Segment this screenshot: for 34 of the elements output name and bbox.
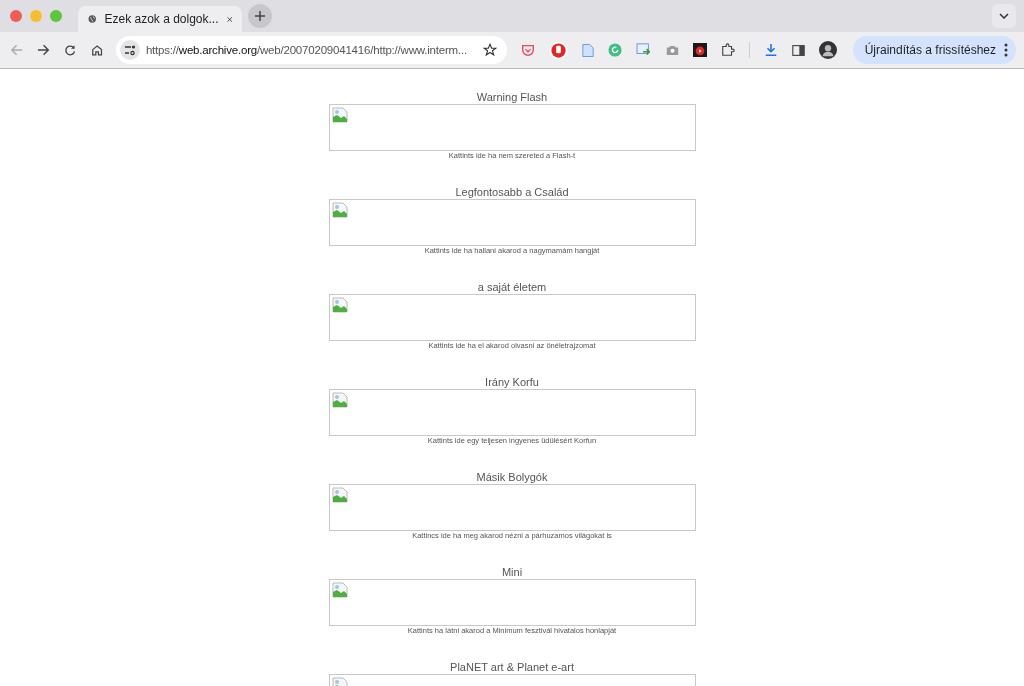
back-icon[interactable]: [10, 43, 24, 57]
profile-avatar[interactable]: [818, 41, 837, 59]
more-icon[interactable]: [1004, 43, 1008, 57]
close-window-button[interactable]: [10, 10, 22, 22]
pocket-icon[interactable]: [520, 43, 535, 57]
tab-title: Ezek azok a dolgok...: [104, 12, 219, 26]
url-text: https://web.archive.org/web/20070209041416/http://www.interm...: [145, 44, 468, 56]
side-panel-icon[interactable]: [791, 43, 805, 57]
download-icon[interactable]: [763, 43, 778, 57]
close-tab-icon[interactable]: [226, 14, 232, 24]
video-play-icon[interactable]: [692, 43, 707, 57]
plus-icon[interactable]: [255, 11, 265, 21]
puzzle-icon[interactable]: [720, 43, 735, 57]
update-button[interactable]: Újraindítás a frissítéshez: [852, 36, 1016, 64]
entry-title: Mini: [501, 566, 523, 579]
forward-icon[interactable]: [37, 43, 51, 57]
site-settings-icon[interactable]: [119, 40, 140, 60]
entry-title: Másik Bolygók: [476, 471, 548, 484]
entry-title: Irány Korfu: [485, 376, 539, 389]
browser-tab[interactable]: Ezek azok a dolgok...: [78, 6, 242, 32]
globe-icon: [88, 12, 97, 26]
entry-title: PlaNET art & Planet e-art: [450, 661, 574, 674]
home-icon[interactable]: [90, 43, 103, 57]
camera-icon[interactable]: [665, 44, 679, 56]
chevron-down-icon[interactable]: [999, 13, 1009, 19]
address-bar[interactable]: https://web.archive.org/web/20070209041416/http://www.interm...: [115, 36, 507, 64]
reload-icon[interactable]: [64, 43, 77, 57]
bookmark-star-icon[interactable]: [482, 43, 497, 57]
new-tab-button[interactable]: [248, 4, 272, 28]
document-icon[interactable]: [581, 42, 594, 58]
refresh-circle-icon[interactable]: [607, 43, 622, 57]
entry-title: Legfontosabb a Család: [455, 186, 569, 199]
entry-title: a saját életem: [477, 281, 547, 294]
entry-title: Warning Flash: [476, 91, 548, 104]
